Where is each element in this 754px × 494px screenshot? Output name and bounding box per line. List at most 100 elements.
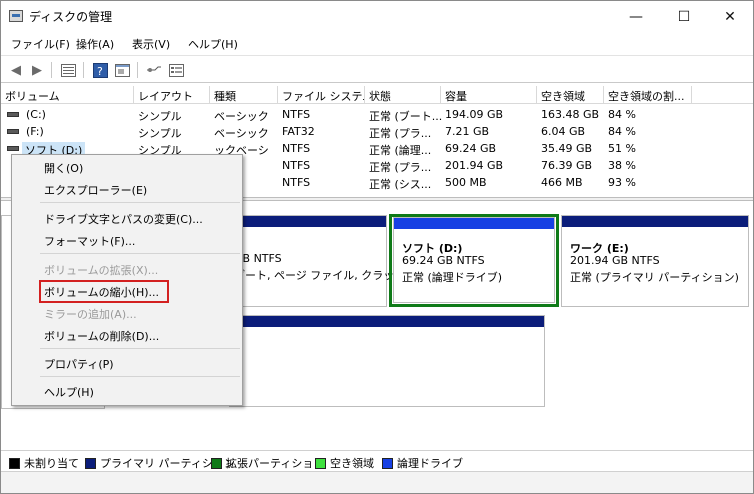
legend: 未割り当て プライマリ パーティション 拡張パーティション 空き領域 論理ドライ… — [1, 450, 753, 470]
menu-change-drive-letter[interactable]: ドライブ文字とパスの変更(C)... — [44, 211, 203, 227]
connect-icon[interactable] — [145, 61, 163, 79]
legend-swatch — [315, 457, 326, 469]
console-icon[interactable] — [113, 61, 131, 79]
menu-action[interactable]: 操作(A) — [76, 36, 114, 52]
column-header-layout[interactable]: レイアウト — [134, 86, 210, 104]
legend-unallocated: 未割り当て — [9, 455, 79, 471]
legend-logical: 論理ドライブ — [382, 455, 463, 471]
list-view-icon[interactable] — [59, 61, 77, 79]
row-capacity: 194.09 GB — [445, 108, 504, 121]
volume-d-status: 正常 (論理ドライブ) — [402, 271, 503, 284]
row-layout: シンプル — [138, 110, 182, 123]
volume-context-menu: 開く(O) エクスプローラー(E) ドライブ文字とパスの変更(C)... フォー… — [11, 154, 243, 406]
row-type: ベーシック — [214, 127, 269, 140]
logical-drive-bar — [394, 218, 554, 229]
status-bar — [1, 471, 753, 493]
column-header-volume[interactable]: ボリューム — [1, 86, 134, 104]
menu-help-item[interactable]: ヘルプ(H) — [44, 384, 94, 400]
row-status: 正常 (プラ... — [369, 127, 432, 140]
column-header-filesystem[interactable]: ファイル システム — [278, 86, 365, 104]
row-volume: (C:) — [26, 108, 46, 121]
column-header-free-space[interactable]: 空き領域 — [537, 86, 604, 104]
volume-row-c[interactable]: (C:) シンプル ベーシック NTFS 正常 (ブート... 194.09 G… — [1, 106, 753, 123]
volume-c-status: ブート, ページ ファイル, クラッシ: — [234, 269, 409, 282]
disk-management-window: ディスクの管理 — ☐ ✕ ファイル(F) 操作(A) 表示(V) ヘルプ(H)… — [0, 0, 754, 494]
disk-management-app-icon — [9, 10, 23, 22]
volume-row-f[interactable]: (F:) シンプル ベーシック FAT32 正常 (プラ... 7.21 GB … — [1, 123, 753, 140]
svg-text:?: ? — [97, 65, 103, 78]
volume-e-size: 201.94 GB NTFS — [570, 254, 660, 267]
volume-block-d[interactable]: ソフト (D:) 69.24 GB NTFS 正常 (論理ドライブ) — [393, 217, 555, 303]
drive-icon — [7, 146, 19, 151]
close-button[interactable]: ✕ — [707, 1, 753, 32]
row-free-space: 76.39 GB — [541, 159, 593, 172]
row-filesystem: NTFS — [282, 176, 311, 189]
row-free-percent: 38 % — [608, 159, 636, 172]
row-free-percent: 93 % — [608, 176, 636, 189]
primary-partition-bar — [562, 216, 748, 227]
row-free-percent: 84 % — [608, 125, 636, 138]
row-capacity: 201.94 GB — [445, 159, 504, 172]
legend-swatch — [382, 457, 393, 469]
menu-separator — [40, 253, 240, 254]
menu-separator — [40, 376, 240, 377]
menu-view[interactable]: 表示(V) — [132, 36, 170, 52]
legend-extended: 拡張パーティション — [211, 455, 324, 471]
row-filesystem: FAT32 — [282, 125, 315, 138]
volume-block-e[interactable]: ワーク (E:) 201.94 GB NTFS 正常 (プライマリ パーティショ… — [561, 215, 749, 307]
menu-explorer[interactable]: エクスプローラー(E) — [44, 182, 147, 198]
row-status: 正常 (論理... — [369, 144, 432, 157]
column-header-status[interactable]: 状態 — [365, 86, 441, 104]
legend-swatch — [9, 457, 20, 469]
volume-d-size: 69.24 GB NTFS — [402, 254, 485, 267]
minimize-button[interactable]: — — [613, 1, 659, 32]
menu-help[interactable]: ヘルプ(H) — [188, 36, 238, 52]
toolbar: ◀ ▶ ? — [1, 55, 753, 83]
back-arrow-icon[interactable]: ◀ — [7, 61, 25, 79]
legend-free-space: 空き領域 — [315, 455, 374, 471]
row-free-space: 6.04 GB — [541, 125, 586, 138]
drive-icon — [7, 129, 19, 134]
column-header-type[interactable]: 種類 — [210, 86, 278, 104]
shrink-volume-highlight-box — [39, 280, 169, 303]
volume-block-c[interactable]: GB NTFS ブート, ページ ファイル, クラッシ: — [229, 215, 409, 307]
drive-icon — [7, 112, 19, 117]
column-header-free-percent[interactable]: 空き領域の割... — [604, 86, 692, 104]
row-status: 正常 (プラ... — [369, 161, 432, 174]
legend-swatch — [211, 457, 222, 469]
column-header-capacity[interactable]: 容量 — [441, 86, 537, 104]
menu-delete-volume[interactable]: ボリュームの削除(D)... — [44, 328, 159, 344]
row-free-space: 163.48 GB — [541, 108, 600, 121]
row-filesystem: NTFS — [282, 108, 311, 121]
menu-file[interactable]: ファイル(F) — [11, 36, 70, 52]
menu-format[interactable]: フォーマット(F)... — [44, 233, 135, 249]
row-free-space: 35.49 GB — [541, 142, 593, 155]
row-free-percent: 84 % — [608, 108, 636, 121]
menu-open[interactable]: 開く(O) — [44, 160, 83, 176]
primary-partition-bar — [230, 316, 544, 327]
volume-list-header: ボリューム レイアウト 種類 ファイル システム 状態 容量 空き領域 空き領域… — [1, 86, 753, 104]
row-free-percent: 51 % — [608, 142, 636, 155]
primary-partition-bar — [230, 216, 386, 227]
row-capacity: 500 MB — [445, 176, 487, 189]
help-icon[interactable]: ? — [91, 61, 109, 79]
window-title: ディスクの管理 — [29, 10, 113, 24]
volume-block-f[interactable]: ) — [229, 315, 545, 407]
title-bar: ディスクの管理 — ☐ ✕ — [1, 1, 753, 32]
row-filesystem: NTFS — [282, 142, 311, 155]
row-status: 正常 (ブート... — [369, 110, 443, 123]
menu-bar: ファイル(F) 操作(A) 表示(V) ヘルプ(H) — [1, 32, 753, 54]
forward-arrow-icon[interactable]: ▶ — [28, 61, 46, 79]
properties-icon[interactable] — [167, 61, 185, 79]
menu-separator — [40, 202, 240, 203]
menu-properties[interactable]: プロパティ(P) — [44, 356, 114, 372]
row-type: ベーシック — [214, 110, 269, 123]
menu-add-mirror: ミラーの追加(A)... — [44, 308, 137, 321]
legend-swatch — [85, 457, 96, 469]
row-layout: シンプル — [138, 127, 182, 140]
maximize-button[interactable]: ☐ — [661, 1, 707, 32]
row-volume: (F:) — [26, 125, 44, 138]
volume-e-status: 正常 (プライマリ パーティション) — [570, 271, 739, 284]
row-free-space: 466 MB — [541, 176, 583, 189]
row-capacity: 7.21 GB — [445, 125, 490, 138]
